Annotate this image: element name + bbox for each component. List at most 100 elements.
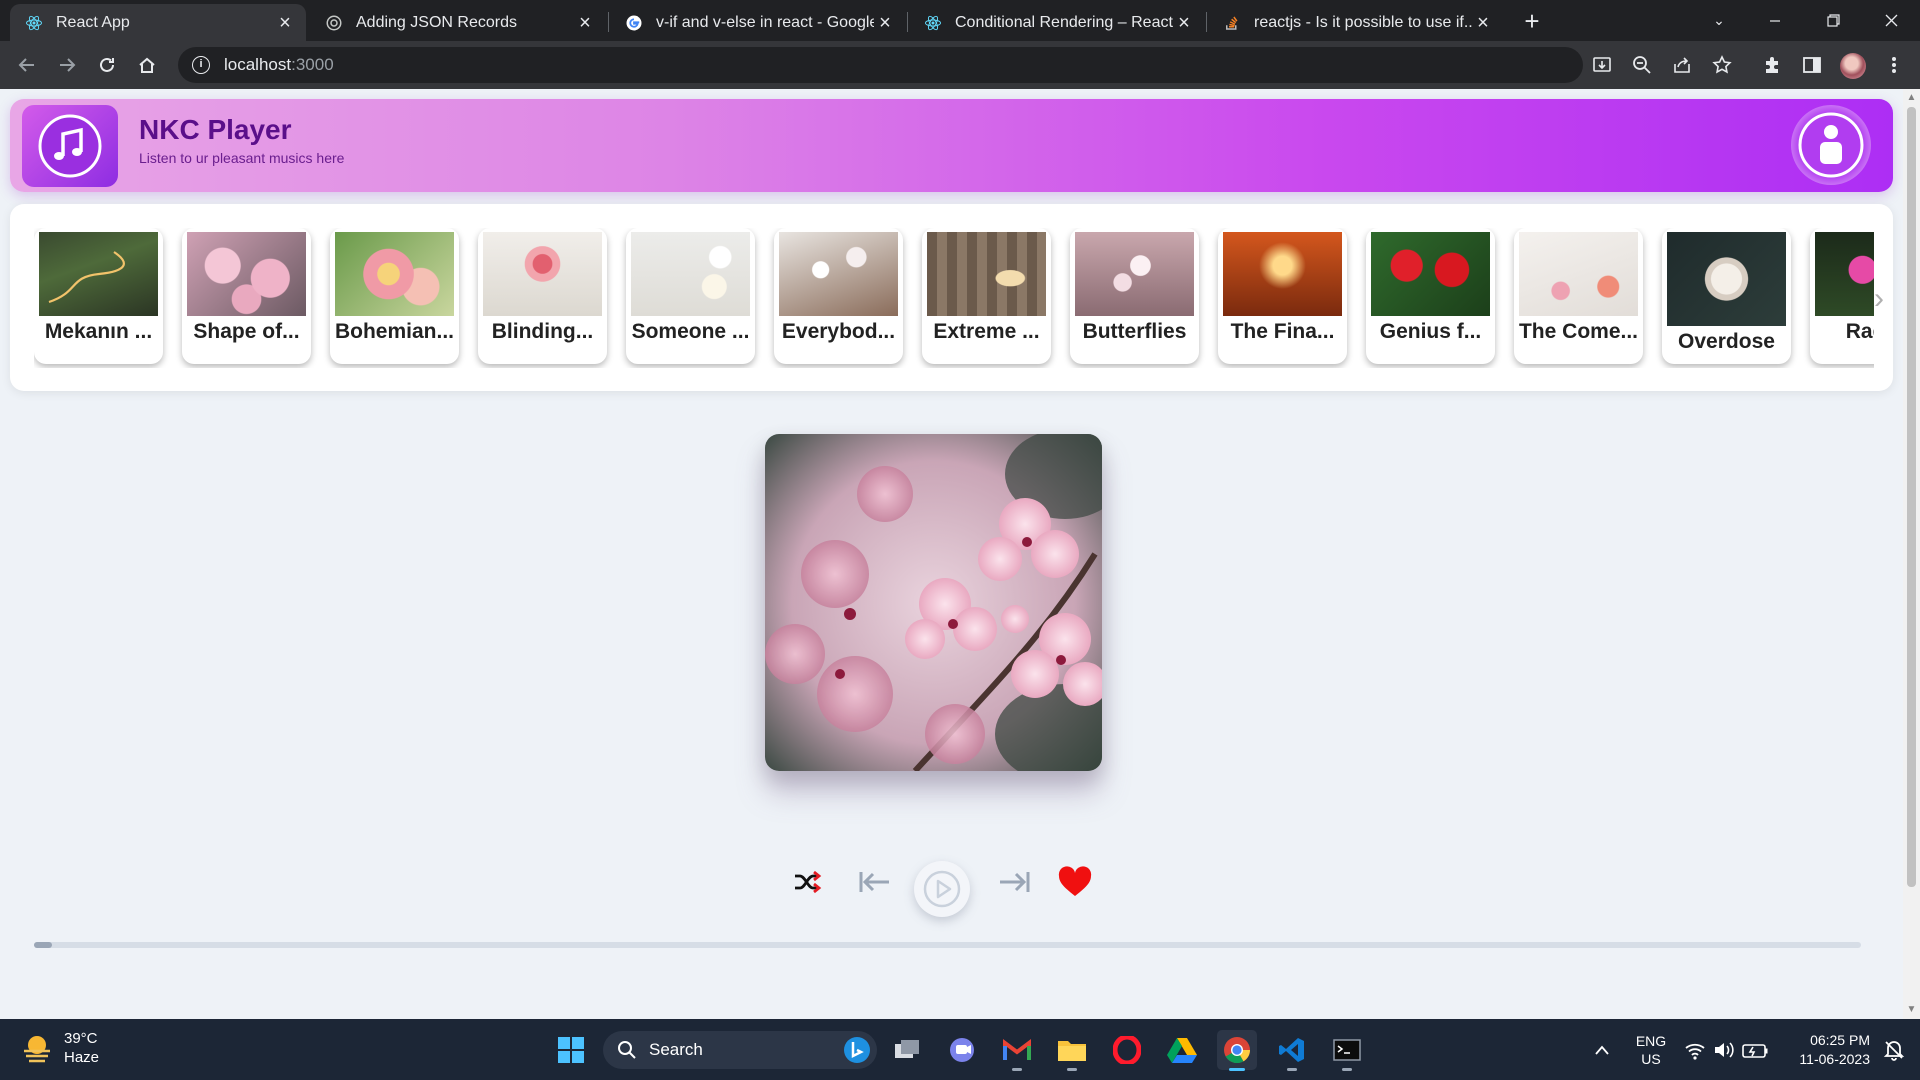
file-explorer-button[interactable]	[1052, 1030, 1092, 1071]
song-card[interactable]: Rag'n	[1810, 228, 1874, 364]
install-app-icon[interactable]	[1588, 51, 1616, 79]
haze-sun-icon	[24, 1036, 50, 1063]
song-card[interactable]: Butterflies	[1070, 228, 1199, 364]
close-tab-icon[interactable]: ×	[874, 12, 896, 34]
like-button[interactable]	[1056, 863, 1094, 901]
clock[interactable]: 06:25 PM 11-06-2023	[1778, 1031, 1870, 1069]
song-card[interactable]: Bohemian...	[330, 228, 459, 364]
back-button[interactable]	[11, 49, 43, 81]
quick-settings-button[interactable]	[1680, 1030, 1776, 1070]
close-tab-icon[interactable]: ×	[274, 12, 296, 34]
song-list: Mekanın ... Shape of... Bohemian... Blin…	[34, 228, 1874, 368]
tab-separator	[608, 12, 609, 32]
running-indicator	[1287, 1068, 1297, 1071]
song-thumbnail	[483, 232, 602, 316]
progress-bar[interactable]	[34, 942, 1861, 948]
restore-button[interactable]	[1808, 0, 1858, 41]
profile-avatar[interactable]	[1840, 53, 1866, 79]
weather-widget[interactable]: 39°C Haze	[20, 1029, 99, 1067]
home-button[interactable]	[131, 49, 163, 81]
input-language-button[interactable]: ENG US	[1628, 1032, 1674, 1068]
vscode-icon	[1279, 1038, 1304, 1062]
extensions-icon[interactable]	[1758, 51, 1786, 79]
tab-react-app[interactable]: React App ×	[10, 4, 306, 41]
tab-separator	[907, 12, 908, 32]
zoom-icon[interactable]	[1628, 51, 1656, 79]
close-tab-icon[interactable]: ×	[1472, 12, 1494, 34]
song-thumbnail	[1075, 232, 1194, 316]
song-card[interactable]: Mekanın ...	[34, 228, 163, 364]
vscode-button[interactable]	[1272, 1030, 1312, 1071]
task-view-button[interactable]	[887, 1030, 927, 1070]
bookmark-star-icon[interactable]	[1708, 51, 1736, 79]
new-tab-button[interactable]: +	[1518, 8, 1546, 36]
bing-icon[interactable]	[843, 1036, 871, 1064]
next-button[interactable]	[997, 864, 1033, 900]
song-card[interactable]: The Fina...	[1218, 228, 1347, 364]
reload-button[interactable]	[91, 49, 123, 81]
song-card[interactable]: Shape of...	[182, 228, 311, 364]
address-bar[interactable]: i localhost:3000	[178, 47, 1583, 83]
song-card[interactable]: The Come...	[1514, 228, 1643, 364]
gmail-button[interactable]	[997, 1030, 1037, 1071]
terminal-button[interactable]	[1327, 1030, 1367, 1071]
music-note-icon	[38, 114, 102, 178]
windows-taskbar: 39°C Haze Search ENG US 06:25 PM 11-06-2…	[0, 1019, 1920, 1080]
song-card[interactable]: Extreme ...	[922, 228, 1051, 364]
song-card[interactable]: Everybod...	[774, 228, 903, 364]
opera-button[interactable]	[1107, 1030, 1147, 1070]
share-icon[interactable]	[1668, 51, 1696, 79]
song-card[interactable]: Overdose	[1662, 228, 1791, 364]
browser-toolbar: i localhost:3000	[0, 41, 1920, 89]
teams-chat-button[interactable]	[942, 1030, 982, 1070]
region-label: US	[1641, 1051, 1661, 1067]
song-title: Butterflies	[1082, 320, 1187, 343]
taskbar-search[interactable]: Search	[603, 1031, 877, 1069]
song-thumbnail	[187, 232, 306, 316]
song-title: Everybod...	[781, 320, 896, 343]
google-drive-button[interactable]	[1162, 1030, 1202, 1070]
page-scrollbar[interactable]: ▲ ▼	[1903, 89, 1920, 1019]
tab-conditional-rendering[interactable]: Conditional Rendering – React ×	[909, 4, 1205, 41]
scroll-down-icon[interactable]: ▼	[1906, 1005, 1917, 1015]
show-hidden-icons-button[interactable]	[1582, 1030, 1622, 1070]
side-panel-icon[interactable]	[1798, 51, 1826, 79]
heart-icon	[1058, 866, 1092, 896]
tab-google-search[interactable]: v-if and v-else in react - Google S ×	[610, 4, 906, 41]
song-card[interactable]: Blinding...	[478, 228, 607, 364]
tab-stackoverflow[interactable]: reactjs - Is it possible to use if...el …	[1208, 4, 1504, 41]
openai-icon	[324, 13, 344, 33]
close-tab-icon[interactable]: ×	[1173, 12, 1195, 34]
search-label: Search	[649, 1040, 703, 1059]
previous-button[interactable]	[856, 864, 892, 900]
tab-separator	[1206, 12, 1207, 32]
chrome-menu-icon[interactable]	[1880, 51, 1908, 79]
user-icon	[1798, 112, 1864, 178]
minimize-button[interactable]	[1750, 0, 1800, 41]
notifications-button[interactable]	[1876, 1030, 1912, 1070]
scroll-up-icon[interactable]: ▲	[1906, 93, 1917, 103]
chevron-up-icon	[1595, 1045, 1609, 1055]
browser-tab-strip: React App × Adding JSON Records × v-if a…	[0, 0, 1920, 41]
chrome-button[interactable]	[1217, 1030, 1257, 1071]
start-button[interactable]	[551, 1030, 591, 1070]
user-profile-button[interactable]	[1791, 105, 1871, 185]
play-pause-button[interactable]	[914, 861, 970, 917]
wifi-icon	[1685, 1043, 1705, 1060]
forward-button[interactable]	[51, 49, 83, 81]
song-card[interactable]: Genius f...	[1366, 228, 1495, 364]
shuffle-button[interactable]	[789, 864, 825, 900]
site-info-icon[interactable]: i	[192, 56, 210, 74]
play-control[interactable]	[914, 950, 970, 1006]
song-card[interactable]: Someone ...	[626, 228, 755, 364]
tab-adding-json-records[interactable]: Adding JSON Records ×	[310, 4, 606, 41]
close-window-button[interactable]	[1866, 0, 1916, 41]
tab-search-chevron-icon[interactable]: ⌄	[1694, 0, 1744, 41]
carousel-next-chevron-icon[interactable]: ›	[1867, 282, 1891, 316]
song-carousel: Mekanın ... Shape of... Bohemian... Blin…	[10, 204, 1893, 391]
close-tab-icon[interactable]: ×	[574, 12, 596, 34]
next-icon	[1000, 872, 1030, 892]
tab-title: v-if and v-else in react - Google S	[656, 13, 874, 31]
scroll-thumb[interactable]	[1907, 107, 1916, 887]
tab-title: Adding JSON Records	[356, 13, 517, 31]
